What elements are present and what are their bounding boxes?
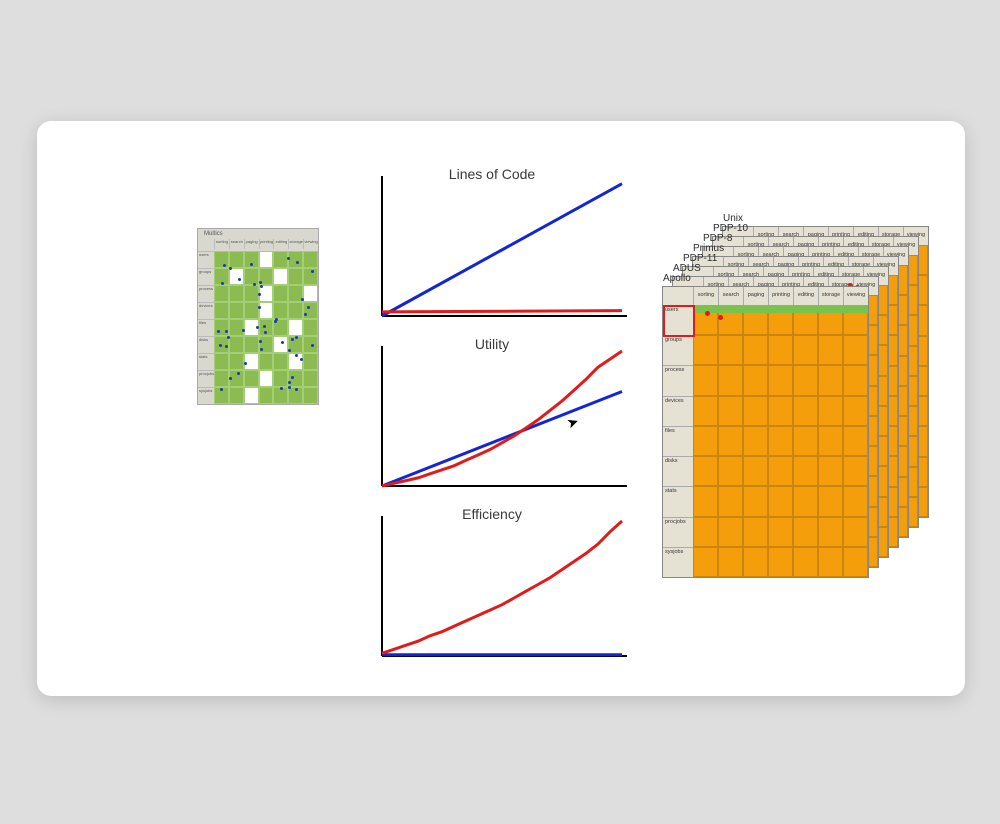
- row-header: process: [198, 285, 214, 302]
- system-name: Apollo: [663, 273, 691, 284]
- row-header: stats: [663, 486, 693, 516]
- system-scorecard-stack: Unixsortingsearchpagingprintingeditingst…: [662, 226, 942, 596]
- column-header: editing: [273, 239, 288, 249]
- row-header: disks: [663, 456, 693, 486]
- row-header: procjobs: [663, 517, 693, 547]
- column-header: viewing: [843, 287, 868, 305]
- row-header: process: [663, 365, 693, 395]
- row-header: groups: [198, 268, 214, 285]
- column-header: sorting: [214, 239, 229, 249]
- column-header: sorting: [693, 287, 718, 305]
- system-card: Apollosortingsearchpagingprintingediting…: [662, 286, 869, 578]
- row-header: files: [198, 319, 214, 336]
- chart-utility: Utility ➤: [362, 336, 632, 501]
- chart-efficiency: Efficiency: [362, 506, 632, 671]
- slide-card: Multics sortingsearchpagingprintingediti…: [37, 121, 965, 696]
- column-header: printing: [259, 239, 274, 249]
- column-header: search: [229, 239, 244, 249]
- row-header: devices: [663, 396, 693, 426]
- row-header: sysjobs: [663, 547, 693, 577]
- column-header: printing: [768, 287, 793, 305]
- row-header: users: [198, 251, 214, 268]
- row-header: groups: [663, 335, 693, 365]
- column-header: paging: [743, 287, 768, 305]
- column-header: editing: [793, 287, 818, 305]
- row-header: procjobs: [198, 370, 214, 387]
- row-header: stats: [198, 353, 214, 370]
- row-header: devices: [198, 302, 214, 319]
- multics-caption: Multics: [204, 231, 223, 237]
- column-header: storage: [818, 287, 843, 305]
- row-header: files: [663, 426, 693, 456]
- row-header: sysjobs: [198, 387, 214, 404]
- multics-scorecard: Multics sortingsearchpagingprintingediti…: [197, 228, 319, 405]
- column-header: storage: [288, 239, 303, 249]
- chart-lines-of-code: Lines of Code: [362, 166, 632, 331]
- row-header: disks: [198, 336, 214, 353]
- column-header: search: [718, 287, 743, 305]
- column-header: viewing: [303, 239, 318, 249]
- column-header: paging: [244, 239, 259, 249]
